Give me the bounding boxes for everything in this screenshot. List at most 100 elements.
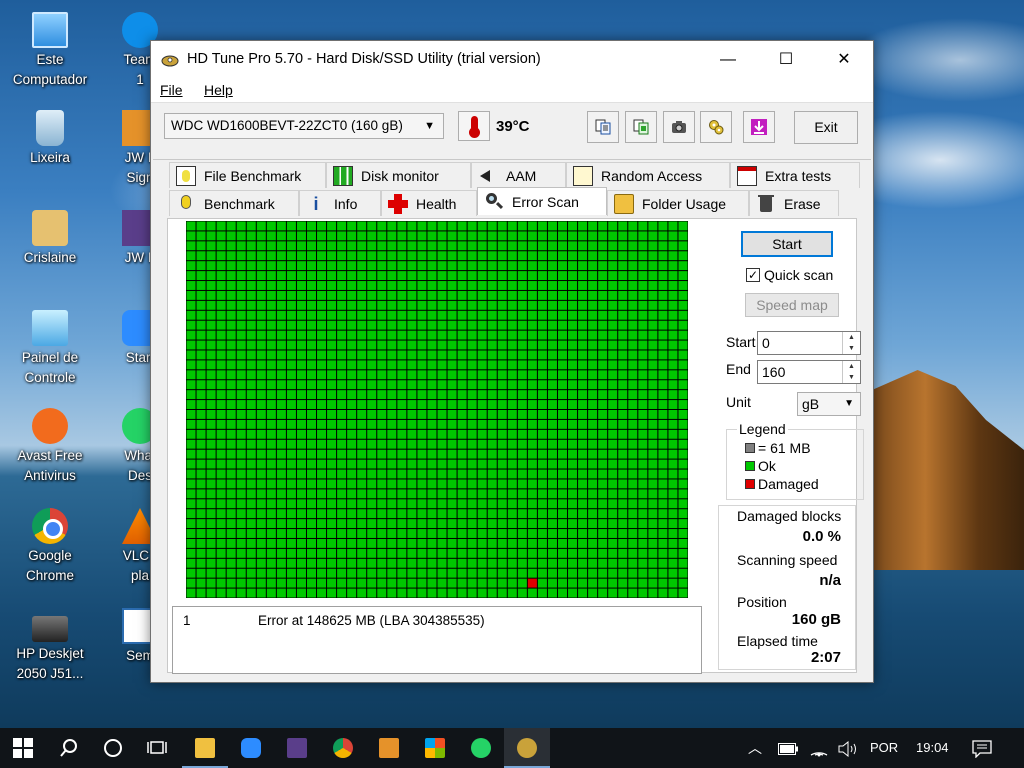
- tab-file-benchmark[interactable]: File Benchmark: [169, 162, 326, 188]
- scan-block-ok: [668, 310, 678, 320]
- start-button[interactable]: [0, 728, 46, 768]
- scan-block-ok: [226, 439, 236, 449]
- tab-erase[interactable]: Erase: [749, 190, 839, 216]
- scan-block-ok: [527, 519, 537, 529]
- legend-ok-label: Ok: [758, 458, 776, 474]
- tray-show-hidden[interactable]: ︿: [748, 728, 762, 768]
- taskbar-hdtune[interactable]: [504, 728, 550, 768]
- scan-block-ok: [387, 479, 397, 489]
- scan-block-ok: [658, 568, 668, 578]
- desktop-icon-lixeira[interactable]: Lixeira: [10, 110, 90, 168]
- tab-extra-tests[interactable]: Extra tests: [730, 162, 860, 188]
- screenshot-button[interactable]: [663, 111, 695, 143]
- scan-block-ok: [648, 320, 658, 330]
- scan-block-ok: [447, 390, 457, 400]
- desktop-icon-este-computador[interactable]: Este Computador: [10, 12, 90, 90]
- tray-volume[interactable]: [838, 728, 858, 768]
- spin-arrows-icon[interactable]: ▲ ▼: [842, 361, 860, 383]
- scan-block-ok: [507, 538, 517, 548]
- start-position-input[interactable]: 0 ▲ ▼: [757, 331, 861, 355]
- tab-benchmark[interactable]: Benchmark: [169, 190, 299, 216]
- copy-screenshot-button[interactable]: [625, 111, 657, 143]
- title-bar[interactable]: HD Tune Pro 5.70 - Hard Disk/SSD Utility…: [151, 41, 873, 79]
- desktop-icon-google-chrome[interactable]: Google Chrome: [10, 508, 90, 586]
- desktop-icon-hp-deskjet[interactable]: HP Deskjet 2050 J51...: [10, 608, 90, 684]
- tab-disk-monitor[interactable]: Disk monitor: [326, 162, 471, 188]
- taskbar-zoom[interactable]: [228, 728, 274, 768]
- desktop-icon-avast[interactable]: Avast Free Antivirus: [10, 408, 90, 486]
- tab-error-scan[interactable]: Error Scan: [477, 187, 607, 215]
- scan-block-ok: [678, 221, 688, 231]
- spin-arrows-icon[interactable]: ▲ ▼: [842, 332, 860, 354]
- speed-map-button[interactable]: Speed map: [745, 293, 839, 317]
- tray-wifi[interactable]: [810, 728, 828, 768]
- tab-folder-usage[interactable]: Folder Usage: [607, 190, 749, 216]
- options-button[interactable]: [700, 111, 732, 143]
- taskbar-chrome[interactable]: [320, 728, 366, 768]
- taskbar-whatsapp[interactable]: [458, 728, 504, 768]
- unit-select[interactable]: gB ▼: [797, 392, 861, 416]
- scan-block-ok: [668, 419, 678, 429]
- scan-block-ok: [527, 261, 537, 271]
- tab-random-access[interactable]: Random Access: [566, 162, 730, 188]
- save-button[interactable]: [743, 111, 775, 143]
- start-scan-button[interactable]: Start: [741, 231, 833, 257]
- scan-block-ok: [266, 320, 276, 330]
- menu-help[interactable]: Help: [204, 82, 233, 98]
- tray-notifications[interactable]: [972, 728, 992, 768]
- tray-clock[interactable]: 19:04: [916, 728, 949, 768]
- scan-block-ok: [507, 320, 517, 330]
- scan-block-ok: [367, 469, 377, 479]
- menu-file[interactable]: File: [160, 82, 183, 98]
- tab-info[interactable]: i Info: [299, 190, 381, 216]
- taskbar-store[interactable]: [412, 728, 458, 768]
- scan-block-ok: [196, 519, 206, 529]
- cortana-button[interactable]: [90, 728, 136, 768]
- end-position-input[interactable]: 160 ▲ ▼: [757, 360, 861, 384]
- close-button[interactable]: ✕: [815, 41, 873, 79]
- scan-block-ok: [527, 340, 537, 350]
- search-button[interactable]: [46, 728, 92, 768]
- scan-block-ok: [256, 241, 266, 251]
- desktop-icon-painel-de-controle[interactable]: Painel de Controle: [10, 310, 90, 388]
- scan-block-ok: [497, 350, 507, 360]
- scan-block-ok: [357, 400, 367, 409]
- scan-block-ok: [497, 261, 507, 271]
- minimize-button[interactable]: —: [699, 41, 757, 79]
- zoom-icon: [241, 737, 261, 758]
- scan-block-ok: [447, 300, 457, 310]
- tray-battery[interactable]: [778, 728, 798, 768]
- scan-block-ok: [638, 410, 648, 419]
- scan-block-ok: [437, 340, 447, 350]
- extra-tests-icon: [737, 165, 757, 186]
- taskbar-jw-sign[interactable]: [366, 728, 412, 768]
- scan-block-ok: [437, 350, 447, 360]
- copy-text-button[interactable]: [587, 111, 619, 143]
- scan-block-ok: [578, 509, 588, 519]
- taskbar-jw-library[interactable]: [274, 728, 320, 768]
- scan-block-ok: [387, 380, 397, 390]
- scan-block-ok: [317, 231, 327, 241]
- scan-block-ok: [598, 499, 608, 509]
- quick-scan-checkbox[interactable]: ✓: [746, 268, 760, 282]
- error-log-list[interactable]: 1 Error at 148625 MB (LBA 304385535): [172, 606, 702, 674]
- scan-block-ok: [427, 558, 437, 568]
- scan-block-ok: [437, 578, 447, 588]
- exit-button[interactable]: Exit: [794, 111, 858, 144]
- taskbar-file-explorer[interactable]: [182, 728, 228, 768]
- scan-block-ok: [296, 281, 306, 290]
- maximize-button[interactable]: ☐: [757, 41, 815, 79]
- task-view-button[interactable]: [134, 728, 180, 768]
- scan-block-ok: [578, 568, 588, 578]
- tab-health[interactable]: Health: [381, 190, 477, 216]
- scan-block-ok: [537, 241, 547, 251]
- tab-aam[interactable]: AAM: [471, 162, 566, 188]
- desktop-icon-crislaine[interactable]: Crislaine: [10, 210, 90, 268]
- scan-block-ok: [578, 558, 588, 568]
- scan-block-ok: [387, 400, 397, 409]
- scan-block-ok: [648, 538, 658, 548]
- tray-language[interactable]: POR: [870, 728, 898, 768]
- drive-select[interactable]: WDC WD1600BEVT-22ZCT0 (160 gB) ▼: [164, 113, 444, 139]
- temperature-button[interactable]: [458, 111, 490, 141]
- scan-block-ok: [568, 390, 578, 400]
